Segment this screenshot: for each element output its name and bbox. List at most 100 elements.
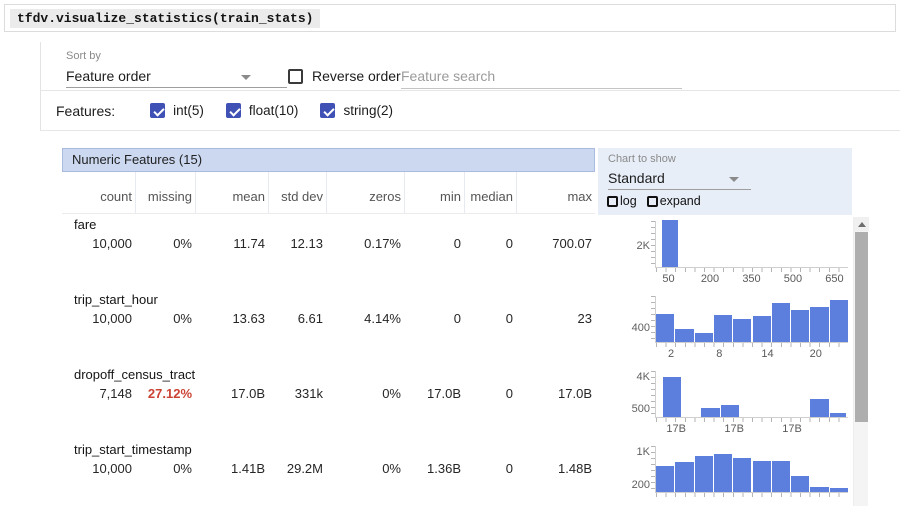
stat-value: 4.14%: [326, 311, 404, 326]
stat-value: 11.74: [195, 236, 268, 251]
feature-name: trip_start_hour: [62, 289, 595, 307]
stat-value: 0: [464, 236, 516, 251]
column-header: missing: [135, 172, 195, 213]
histogram-bar: [695, 456, 713, 492]
stat-value: 13.63: [195, 311, 268, 326]
column-header: median: [464, 172, 516, 213]
histogram-trip_start_timestamp[interactable]: 1K 200: [600, 441, 868, 506]
column-header: zeros: [326, 172, 404, 213]
y-axis-tick-label: 2K: [600, 240, 650, 252]
chart-options-panel: Chart to show Standard log expand: [598, 148, 852, 215]
reverse-order-checkbox[interactable]: Reverse order: [288, 68, 401, 84]
histogram-bar: [830, 300, 848, 342]
plot-area: [655, 221, 848, 268]
x-axis-tick-label: 14: [746, 348, 790, 360]
checkbox-checked-icon: [320, 103, 335, 118]
histogram-bar: [721, 405, 739, 417]
plot-area: [655, 446, 848, 493]
checkbox-checked-icon: [150, 103, 165, 118]
stat-value: 10,000: [62, 311, 135, 326]
feature-stats: 7,14827.12%17.0B331k0%17.0B017.0B: [62, 386, 595, 401]
y-axis-tick-label: 500: [600, 403, 650, 415]
stat-value: 6.61: [268, 311, 326, 326]
histogram-bar: [810, 399, 828, 417]
table-rows: fare10,0000%11.7412.130.17%00700.07trip_…: [62, 214, 595, 506]
numeric-features-header: Numeric Features (15): [62, 148, 595, 172]
y-axis-tick-label: 1K: [600, 446, 650, 458]
histogram-bar: [733, 458, 751, 492]
feature-type-list: int(5) float(10) string(2): [150, 103, 393, 118]
x-axis-tick-label: 17B: [770, 423, 814, 435]
stat-value: 0: [404, 311, 464, 326]
stat-value: 1.36B: [404, 461, 464, 476]
chart-toggles: log expand: [607, 194, 701, 208]
table-column-headers: countmissingmeanstd devzerosminmedianmax: [62, 172, 595, 214]
feature-type-checkbox-string2[interactable]: string(2): [320, 103, 393, 118]
scroll-up-button[interactable]: [854, 217, 869, 231]
y-axis-tick-label: 4K: [600, 371, 650, 383]
arrow-up-icon: [858, 222, 866, 227]
stat-value: 17.0B: [195, 386, 268, 401]
x-axis-tick-label: 8: [697, 348, 741, 360]
stat-value: 1.41B: [195, 461, 268, 476]
histogram-bar: [791, 476, 809, 492]
stat-value: 17.0B: [516, 386, 595, 401]
stat-value: 0%: [326, 461, 404, 476]
x-axis-tick-label: 200: [688, 273, 732, 285]
feature-name: trip_start_timestamp: [62, 439, 595, 457]
vertical-scrollbar[interactable]: [853, 217, 868, 506]
y-axis-tick-label: 200: [600, 479, 650, 491]
chevron-down-icon: [241, 75, 251, 80]
feature-search-input[interactable]: [401, 64, 682, 89]
histogram-bar: [662, 220, 678, 267]
stat-value: 0: [464, 461, 516, 476]
feature-type-label: string(2): [343, 103, 393, 118]
feature-name: fare: [62, 214, 595, 232]
code-text: tfdv.visualize_statistics(train_stats): [10, 9, 320, 28]
log-checkbox[interactable]: log: [607, 194, 637, 208]
histogram-fare[interactable]: 2K50200350500650: [600, 216, 868, 291]
feature-type-label: float(10): [249, 103, 299, 118]
sort-by-select[interactable]: Feature order: [66, 66, 287, 88]
feature-type-checkbox-float10[interactable]: float(10): [226, 103, 299, 118]
table-row: trip_start_timestamp10,0000%1.41B29.2M0%…: [62, 439, 595, 506]
stat-value: 0%: [326, 386, 404, 401]
features-label: Features:: [56, 103, 115, 119]
x-axis-tick-label: 50: [647, 273, 691, 285]
stat-value: 12.13: [268, 236, 326, 251]
histogram-bar: [701, 408, 719, 417]
histogram-trip_start_hour[interactable]: 400281420: [600, 291, 868, 366]
checkbox-unchecked-icon: [288, 69, 303, 84]
chart-type-value: Standard: [608, 170, 665, 186]
chevron-down-icon: [729, 177, 739, 182]
feature-type-checkbox-int5[interactable]: int(5): [150, 103, 204, 118]
stat-value: 0%: [135, 311, 195, 326]
column-header: max: [516, 172, 595, 213]
chart-type-select[interactable]: Standard: [608, 168, 751, 190]
scrollbar-thumb[interactable]: [855, 232, 868, 422]
x-axis-tick-label: 350: [730, 273, 774, 285]
histogram-dropoff_census_tract[interactable]: 4K50017B17B17B: [600, 366, 868, 441]
log-label: log: [620, 194, 637, 208]
stat-value: 17.0B: [404, 386, 464, 401]
x-axis-tick-label: 2: [649, 348, 693, 360]
feature-stats: 10,0000%11.7412.130.17%00700.07: [62, 236, 595, 251]
stat-value: 1.48B: [516, 461, 595, 476]
histogram-bar: [830, 488, 848, 492]
y-axis-tick-label: 400: [600, 322, 650, 334]
feature-type-label: int(5): [173, 103, 204, 118]
code-cell[interactable]: tfdv.visualize_statistics(train_stats): [4, 4, 896, 32]
expand-checkbox[interactable]: expand: [647, 194, 701, 208]
histogram-bar: [714, 315, 732, 342]
histogram-bar: [772, 303, 790, 342]
histogram-bar: [714, 454, 732, 492]
feature-stats: 10,0000%1.41B29.2M0%1.36B01.48B: [62, 461, 595, 476]
stat-value: 27.12%: [135, 386, 195, 401]
stat-value: 0%: [135, 461, 195, 476]
column-header: mean: [195, 172, 268, 213]
feature-stats: 10,0000%13.636.614.14%0023: [62, 311, 595, 326]
table-row: fare10,0000%11.7412.130.17%00700.07: [62, 214, 595, 289]
histogram-bar: [675, 462, 693, 492]
sort-by-label: Sort by: [66, 50, 101, 62]
stat-value: 23: [516, 311, 595, 326]
